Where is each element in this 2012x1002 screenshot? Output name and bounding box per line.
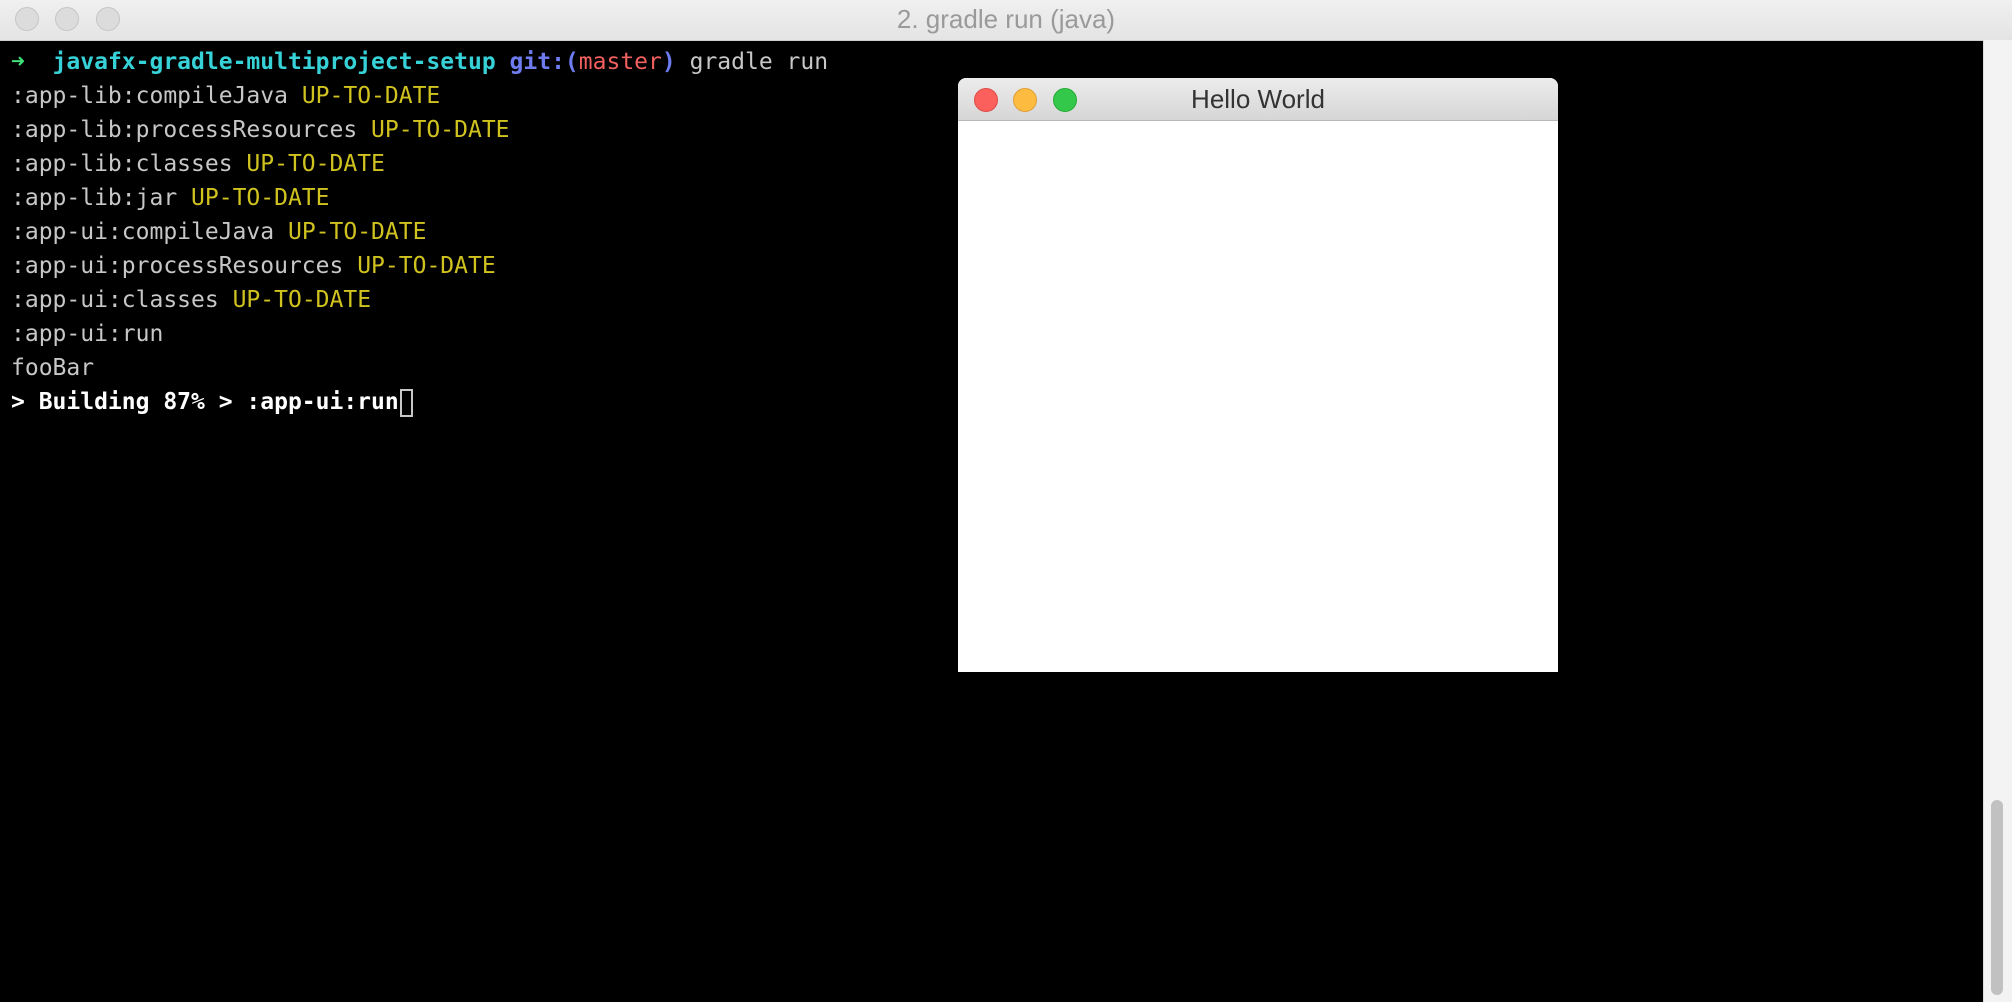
- task-status: UP-TO-DATE: [287, 219, 427, 245]
- task-line: :app-ui:run: [11, 317, 828, 351]
- task-name: :app-lib:processResources: [11, 117, 358, 143]
- terminal-title: 2. gradle run (java): [896, 4, 1116, 34]
- task-status: UP-TO-DATE: [246, 151, 385, 177]
- prompt-line: ➜ javafx-gradle-multiproject-setup git:(…: [11, 45, 828, 79]
- progress-line: > Building 87% > :app-ui:run: [11, 385, 828, 419]
- task-line: :app-ui:compileJava UP-TO-DATE: [11, 215, 828, 249]
- task-name: :app-lib:compileJava: [11, 83, 288, 109]
- prompt-arrow-icon: ➜: [11, 49, 25, 75]
- task-line: :app-lib:jar UP-TO-DATE: [11, 181, 828, 215]
- task-name: :app-ui:processResources: [11, 253, 344, 279]
- build-progress: > Building 87% > :app-ui:run: [11, 389, 399, 415]
- terminal-output[interactable]: ➜ javafx-gradle-multiproject-setup git:(…: [11, 45, 828, 419]
- prompt-directory: javafx-gradle-multiproject-setup: [52, 49, 496, 75]
- scrollbar-thumb[interactable]: [1991, 800, 2003, 995]
- task-status: UP-TO-DATE: [191, 185, 330, 211]
- task-line: :app-lib:compileJava UP-TO-DATE: [11, 79, 828, 113]
- task-line: :app-lib:processResources UP-TO-DATE: [11, 113, 828, 147]
- task-status: UP-TO-DATE: [371, 117, 510, 143]
- task-status: UP-TO-DATE: [301, 83, 441, 109]
- program-output: fooBar: [11, 355, 95, 381]
- prompt-git-label: git:(: [509, 49, 579, 75]
- task-name: :app-ui:compileJava: [11, 219, 275, 245]
- prompt-branch: master: [578, 49, 662, 75]
- prompt-command: gradle run: [689, 49, 829, 75]
- app-window-title: Hello World: [1191, 84, 1325, 114]
- app-content-area: [958, 121, 1558, 672]
- hello-world-window[interactable]: Hello World: [958, 78, 1558, 672]
- terminal-scrollbar[interactable]: [1983, 40, 2012, 1002]
- task-name: :app-lib:jar: [11, 185, 178, 211]
- task-status: UP-TO-DATE: [357, 253, 496, 279]
- task-name: :app-lib:classes: [11, 151, 233, 177]
- terminal-cursor: [399, 388, 413, 417]
- task-status: UP-TO-DATE: [232, 287, 372, 313]
- task-line: :app-ui:processResources UP-TO-DATE: [11, 249, 828, 283]
- task-line: :app-lib:classes UP-TO-DATE: [11, 147, 828, 181]
- terminal-titlebar[interactable]: 2. gradle run (java): [0, 0, 2012, 41]
- prompt-git-close: ): [661, 49, 676, 75]
- app-titlebar[interactable]: Hello World: [958, 78, 1558, 121]
- task-line: :app-ui:classes UP-TO-DATE: [11, 283, 828, 317]
- task-name: :app-ui:run: [11, 321, 164, 347]
- task-name: :app-ui:classes: [11, 287, 219, 313]
